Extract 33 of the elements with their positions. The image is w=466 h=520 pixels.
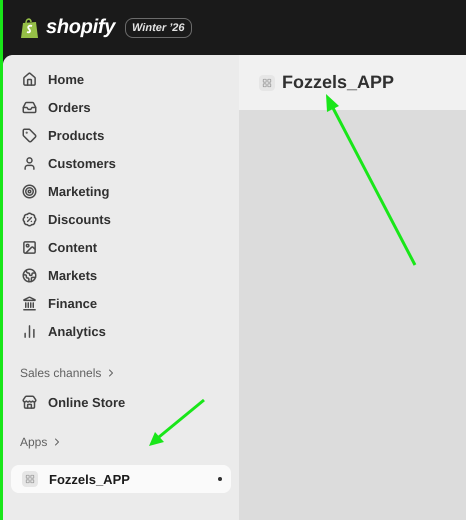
percent-badge-icon [22,212,37,226]
nav-item[interactable]: Discounts [11,205,231,233]
tag-icon [22,128,37,142]
section-heading[interactable]: Apps [20,435,48,449]
globe-icon [22,268,37,282]
nav-item[interactable]: Online Store [11,388,231,416]
nav-item[interactable]: Content [11,233,231,261]
person-icon [22,156,37,170]
nav-item[interactable]: Orders [11,93,231,121]
bar-chart-icon [22,324,37,338]
dot-icon [218,477,222,481]
version-badge: Winter ’26 [125,18,192,38]
bank-icon [22,296,37,310]
home-icon [22,72,37,86]
shopping-bag-logo-icon [20,16,40,38]
nav-item[interactable]: Marketing [11,177,231,205]
nav-item[interactable]: Customers [11,149,231,177]
image-icon [22,240,37,254]
annotation-arrow [149,398,205,446]
section-heading[interactable]: Sales channels [20,366,102,380]
nav-item[interactable]: Analytics [11,317,231,345]
nav-item[interactable]: Home [11,65,231,93]
nav-item[interactable]: Finance [11,289,231,317]
nav-item[interactable]: Products [11,121,231,149]
nav-item[interactable]: Fozzels_APP [11,465,231,493]
store-icon [22,394,37,410]
nav-item[interactable]: Markets [11,261,231,289]
app-icon [22,471,38,487]
brand-name: shopify [46,16,116,39]
page-title: Fozzels_APP [282,72,394,93]
app-icon [259,74,275,90]
inbox-icon [22,100,37,114]
target-icon [22,184,37,198]
